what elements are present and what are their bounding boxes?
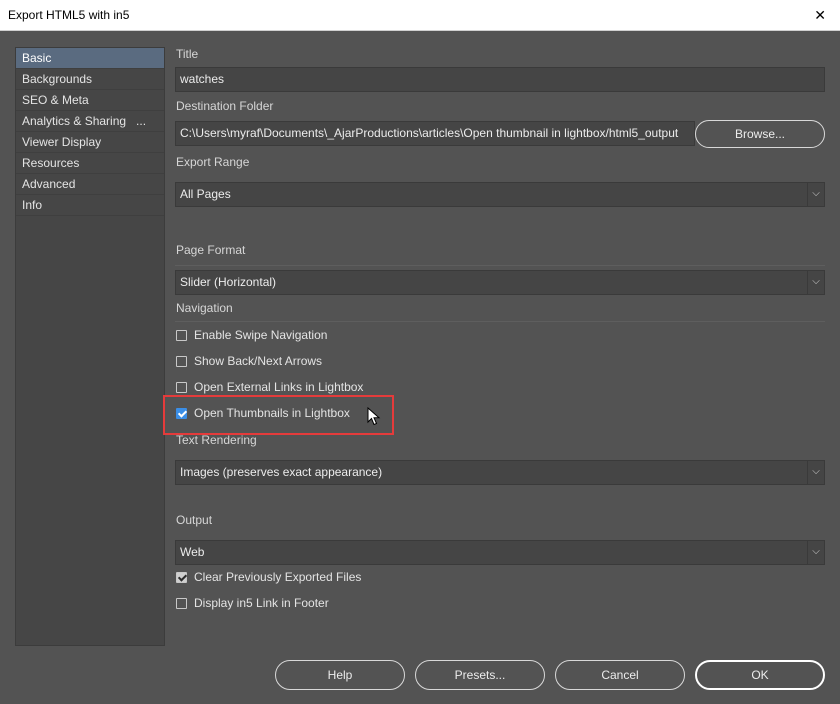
sidebar-item-info[interactable]: Info xyxy=(16,195,164,216)
text-rendering-value: Images (preserves exact appearance) xyxy=(180,465,383,479)
external-links-lightbox-checkbox[interactable]: Open External Links in Lightbox xyxy=(176,379,363,395)
browse-button[interactable]: Browse... xyxy=(695,120,825,148)
external-links-lightbox-label: Open External Links in Lightbox xyxy=(194,380,364,394)
output-select[interactable]: Web ⌵ xyxy=(175,540,825,565)
output-label: Output xyxy=(176,513,213,527)
checkbox-box-checked[interactable] xyxy=(176,571,187,583)
show-arrows-checkbox[interactable]: Show Back/Next Arrows xyxy=(176,353,322,369)
help-button[interactable]: Help xyxy=(275,660,405,690)
mouse-cursor-icon xyxy=(367,407,381,426)
in5-link-footer-label: Display in5 Link in Footer xyxy=(194,596,329,610)
checkbox-box[interactable] xyxy=(176,597,187,609)
enable-swipe-label: Enable Swipe Navigation xyxy=(194,328,328,342)
text-rendering-select[interactable]: Images (preserves exact appearance) ⌵ xyxy=(175,460,825,485)
in5-link-footer-checkbox[interactable]: Display in5 Link in Footer xyxy=(176,595,329,611)
sidebar-item-viewer-display[interactable]: Viewer Display xyxy=(16,132,164,153)
ok-button[interactable]: OK xyxy=(695,660,825,690)
destination-folder-input[interactable]: C:\Users\myraf\Documents\_AjarProduction… xyxy=(175,121,695,146)
sidebar-item-advanced[interactable]: Advanced xyxy=(16,174,164,195)
export-range-value: All Pages xyxy=(180,187,231,201)
show-arrows-label: Show Back/Next Arrows xyxy=(194,354,323,368)
checkbox-box[interactable] xyxy=(176,329,187,341)
chevron-down-icon[interactable]: ⌵ xyxy=(807,461,824,484)
presets-button[interactable]: Presets... xyxy=(415,660,545,690)
sidebar-item-analytics-sharing[interactable]: Analytics & Sharing ... xyxy=(16,111,164,132)
sidebar: Basic Backgrounds SEO & Meta Analytics &… xyxy=(15,47,165,646)
clear-exported-checkbox[interactable]: Clear Previously Exported Files xyxy=(176,569,361,585)
chevron-down-icon[interactable]: ⌵ xyxy=(807,541,824,564)
destination-folder-label: Destination Folder xyxy=(176,99,274,113)
text-rendering-label: Text Rendering xyxy=(176,433,257,447)
export-range-label: Export Range xyxy=(176,155,250,169)
title-input[interactable]: watches xyxy=(175,67,825,92)
divider xyxy=(175,265,825,266)
window-titlebar: Export HTML5 with in5 ✕ xyxy=(0,0,840,31)
close-icon[interactable]: ✕ xyxy=(814,6,826,24)
page-format-label: Page Format xyxy=(176,243,246,257)
chevron-down-icon[interactable]: ⌵ xyxy=(807,271,824,294)
page-format-select[interactable]: Slider (Horizontal) ⌵ xyxy=(175,270,825,295)
title-label: Title xyxy=(176,47,199,61)
enable-swipe-checkbox[interactable]: Enable Swipe Navigation xyxy=(176,327,327,343)
sidebar-item-resources[interactable]: Resources xyxy=(16,153,164,174)
output-value: Web xyxy=(180,545,205,559)
navigation-label: Navigation xyxy=(176,301,233,315)
highlight-box xyxy=(163,395,394,435)
chevron-down-icon[interactable]: ⌵ xyxy=(807,183,824,206)
export-range-select[interactable]: All Pages ⌵ xyxy=(175,182,825,207)
window-title: Export HTML5 with in5 xyxy=(8,8,130,22)
sidebar-item-basic[interactable]: Basic xyxy=(16,48,164,69)
sidebar-item-backgrounds[interactable]: Backgrounds xyxy=(16,69,164,90)
cancel-button[interactable]: Cancel xyxy=(555,660,685,690)
checkbox-box[interactable] xyxy=(176,381,187,393)
checkbox-box[interactable] xyxy=(176,355,187,367)
clear-exported-label: Clear Previously Exported Files xyxy=(194,570,362,584)
sidebar-item-seo-meta[interactable]: SEO & Meta xyxy=(16,90,164,111)
page-format-value: Slider (Horizontal) xyxy=(180,275,277,289)
divider xyxy=(175,321,825,322)
